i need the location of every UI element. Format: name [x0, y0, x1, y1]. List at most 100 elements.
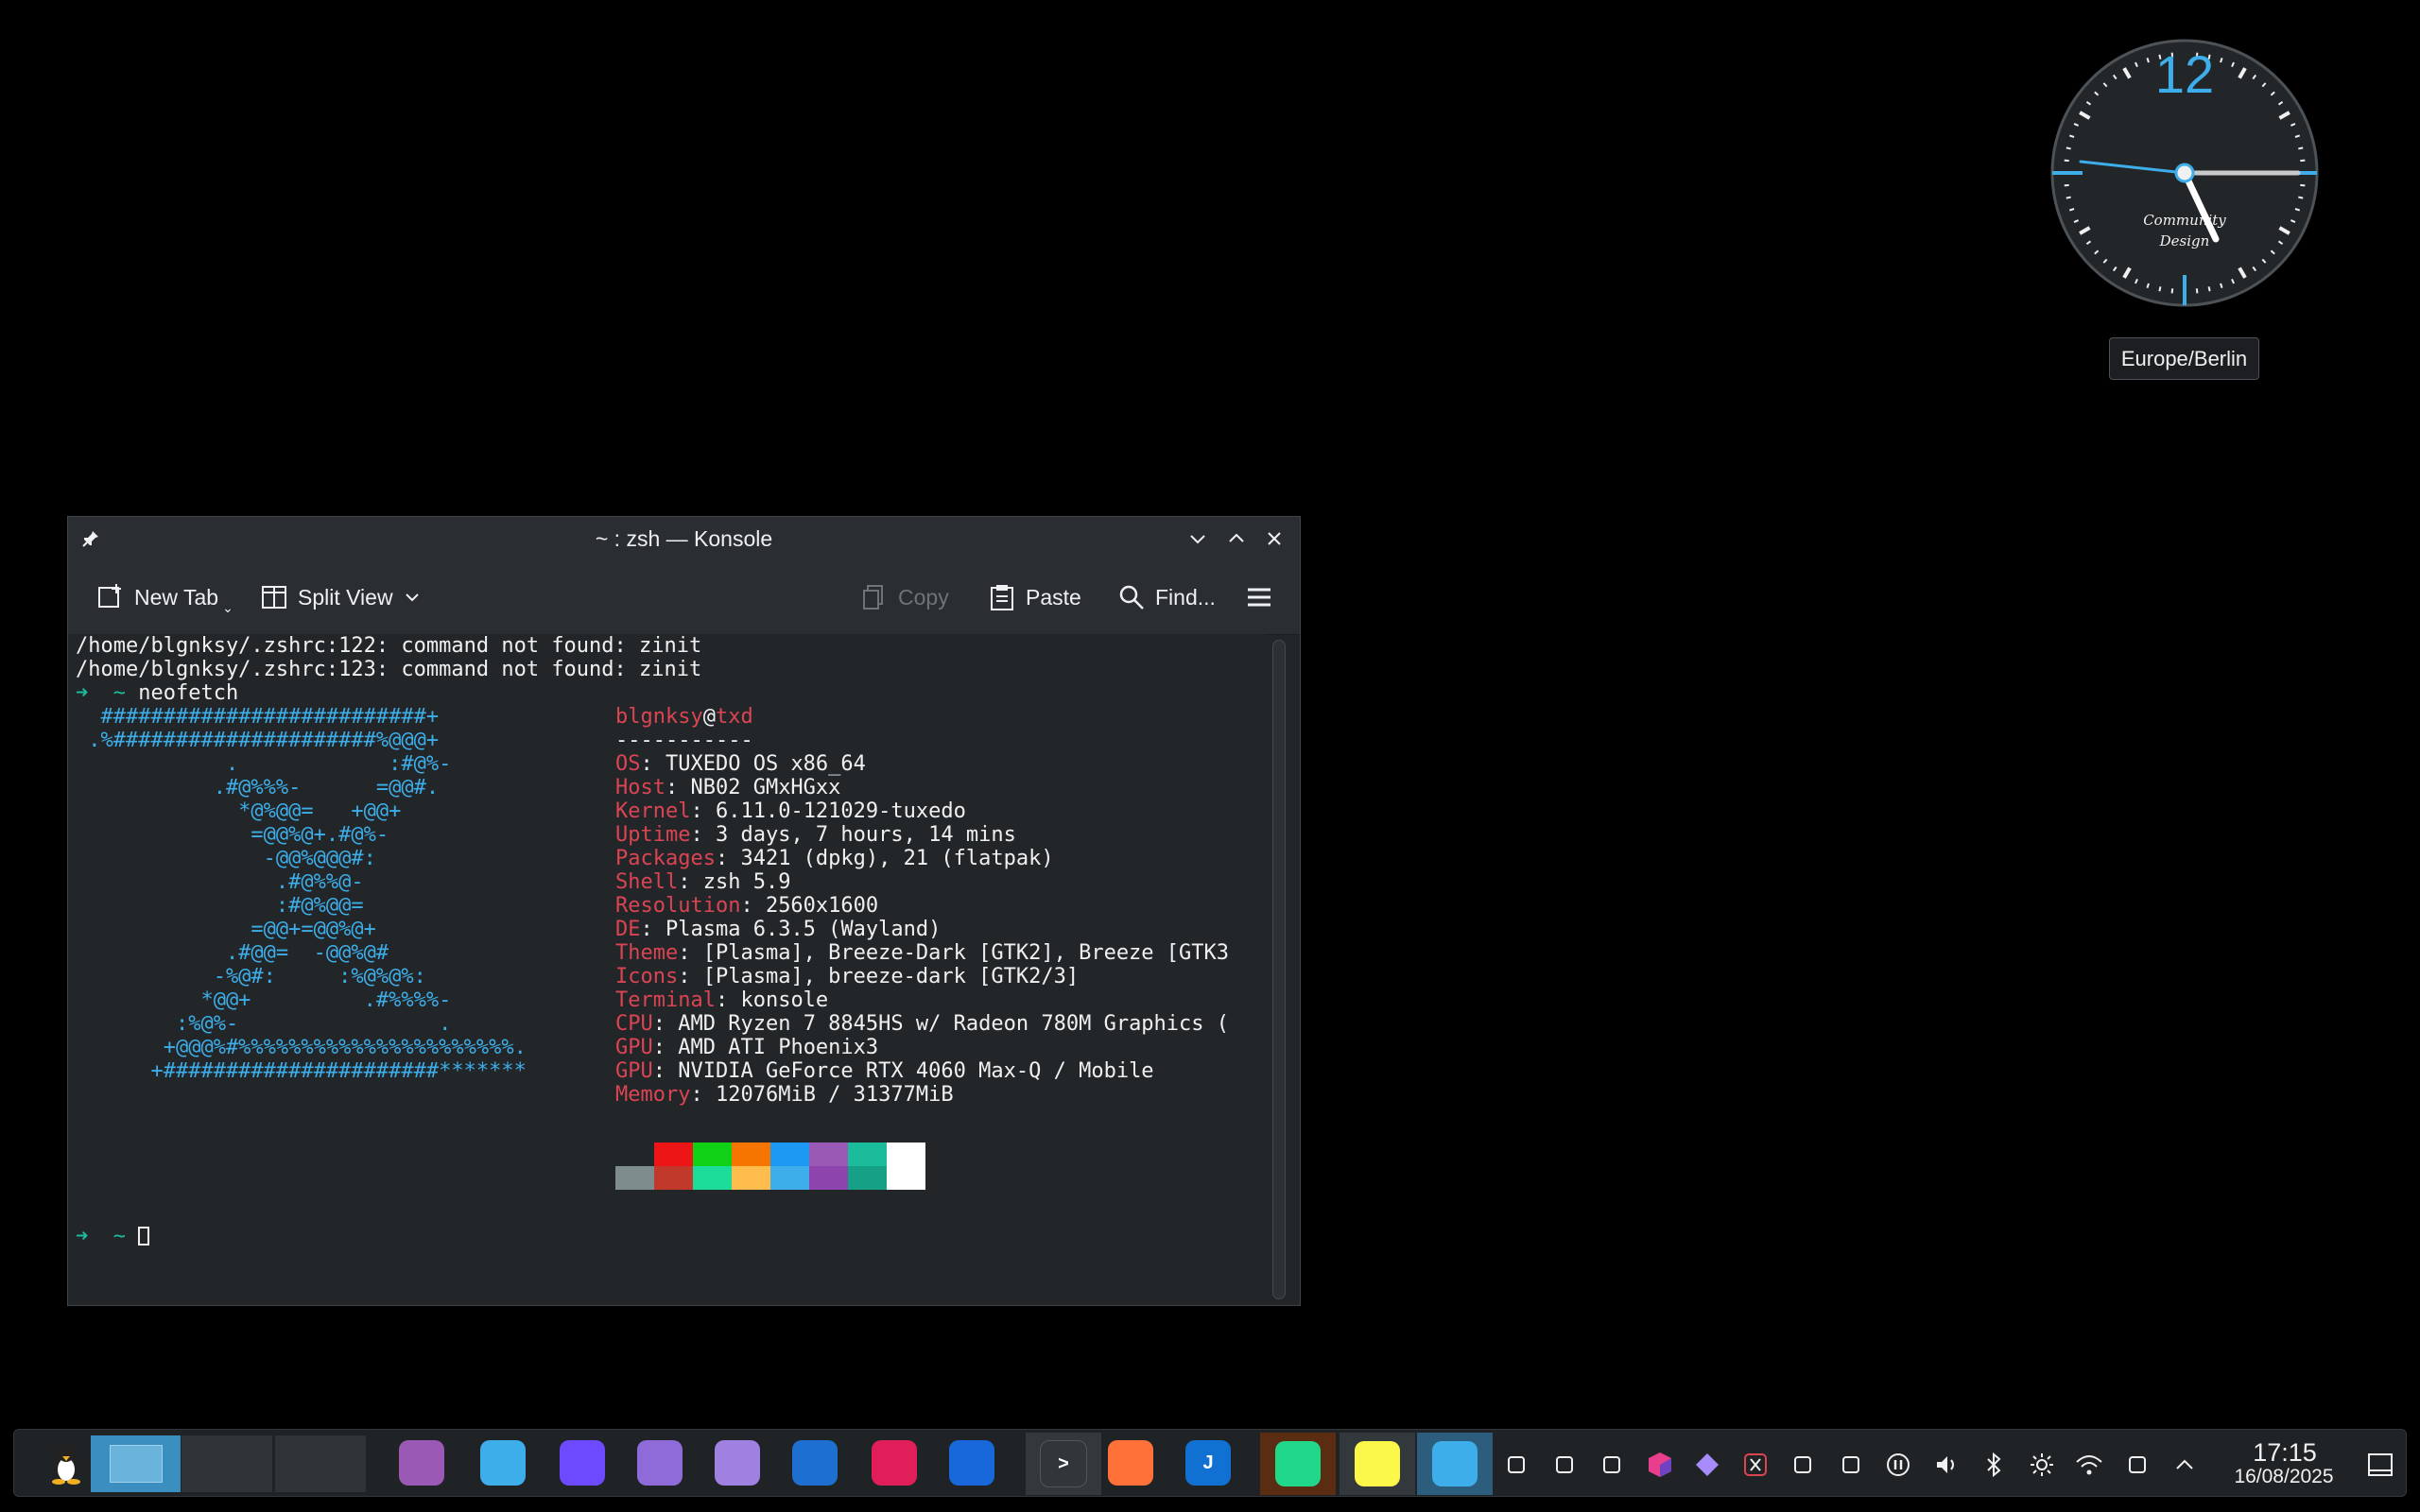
vpn-lock-icon[interactable] [1550, 1451, 1579, 1479]
ascii-art-line: =@@%@+.#@%- [76, 823, 389, 847]
app-cube-icon[interactable] [1646, 1451, 1674, 1479]
pager-desktop-1[interactable] [90, 1435, 182, 1493]
tray-expand-chevron-icon[interactable] [2170, 1451, 2199, 1479]
find-button[interactable]: Find... [1117, 581, 1216, 613]
neofetch-at: @ [702, 705, 716, 729]
joplin-icon[interactable]: J [1183, 1437, 1234, 1488]
find-label: Find... [1155, 584, 1216, 610]
close-button[interactable] [1261, 525, 1288, 552]
pager-desktop-3[interactable] [274, 1435, 367, 1493]
thunderbird-icon[interactable] [789, 1437, 840, 1488]
ascii-art-line: *@%@@= +@@+ [76, 799, 402, 823]
copy-button[interactable]: Copy [860, 581, 949, 613]
split-view-button[interactable]: Split View [260, 581, 422, 613]
ascii-art-line: :#@%@@= [76, 894, 364, 918]
proton-vpn-icon[interactable] [557, 1437, 608, 1488]
terminal-output[interactable]: /home/blgnksy/.zshrc:122: command not fo… [68, 634, 1265, 1305]
clion-icon-glyph [1275, 1441, 1321, 1486]
prompt-arrow: ➜ [76, 1225, 89, 1248]
clock-tick [2300, 159, 2306, 163]
neofetch-info-row: Uptime: 3 days, 7 hours, 14 mins [615, 823, 1016, 847]
neofetch-info-label: Memory [615, 1083, 691, 1107]
pager-window-thumbnail [110, 1445, 163, 1483]
neofetch-info-value: : AMD Ryzen 7 8845HS w/ Radeon 780M Grap… [652, 1012, 1230, 1036]
copy-label: Copy [898, 584, 949, 610]
new-tab-menu-indicator: ⌄ [222, 599, 233, 615]
clipboard-icon[interactable] [1837, 1451, 1865, 1479]
obsidian-icon[interactable] [1693, 1451, 1721, 1479]
firefox-icon[interactable] [1105, 1437, 1156, 1488]
brightness-icon[interactable] [2028, 1451, 2056, 1479]
clock-tick [2207, 286, 2211, 292]
ascii-art-line: .#@@= -@@%@# [76, 941, 389, 965]
display-config-icon[interactable] [2123, 1451, 2152, 1479]
ascii-art-line: +@@@%#%%%%%%%%%%%%%%%%%%%%%%. [76, 1036, 527, 1059]
launcher-icon-glyph [715, 1440, 760, 1486]
pin-icon[interactable] [78, 525, 104, 552]
spectacle-icon[interactable] [1417, 1433, 1493, 1495]
bluetooth-icon[interactable] [1979, 1451, 2008, 1479]
notifications-icon[interactable] [1502, 1451, 1530, 1479]
show-desktop-button[interactable] [2366, 1451, 2394, 1479]
pager-desktop-2[interactable] [181, 1435, 273, 1493]
pycharm-icon[interactable] [1340, 1433, 1415, 1495]
terminal-scrollbar[interactable] [1272, 640, 1286, 1299]
media-pause-icon[interactable] [1884, 1451, 1912, 1479]
jira-icon[interactable] [946, 1437, 997, 1488]
clock-time[interactable]: 17:15 [2232, 1439, 2338, 1466]
paste-button[interactable]: Paste [988, 581, 1081, 613]
ascii-art-line: =@@+=@@%@+ [76, 918, 376, 941]
ascii-art-line: .%#####################%@@@+ [76, 729, 440, 752]
folder-icon[interactable] [396, 1437, 447, 1488]
neofetch-info-value: : 6.11.0-121029-tuxedo [690, 799, 966, 823]
dolphin-icon-glyph [480, 1440, 526, 1486]
neofetch-info-value: : 3 days, 7 hours, 14 mins [690, 823, 1016, 847]
clock-date[interactable]: 16/08/2025 [2222, 1466, 2345, 1488]
search-icon [1119, 585, 1144, 610]
konsole-window[interactable]: ~ : zsh — Konsole New Tab ⌄ Split View C… [67, 516, 1301, 1306]
dropbox-icon[interactable] [1598, 1451, 1626, 1479]
chevron-down-icon [1190, 535, 1205, 544]
xwayland-icon[interactable] [1741, 1451, 1770, 1479]
window-titlebar[interactable]: ~ : zsh — Konsole [68, 517, 1300, 561]
launcher-icon[interactable] [712, 1437, 763, 1488]
neofetch-user: blgnksy [615, 705, 703, 729]
hamburger-menu-button[interactable] [1245, 581, 1273, 613]
wifi-icon[interactable] [2075, 1451, 2103, 1479]
new-tab-button[interactable]: New Tab ⌄ [96, 581, 233, 615]
maximize-button[interactable] [1223, 525, 1250, 552]
palette-swatch [693, 1166, 732, 1190]
neofetch-info-row: Icons: [Plasma], breeze-dark [GTK2/3] [615, 965, 1079, 988]
palette-swatch [848, 1166, 887, 1190]
thunderbird-icon-glyph [792, 1440, 838, 1486]
joplin-icon-glyph: J [1185, 1440, 1231, 1486]
neofetch-info-row: GPU: NVIDIA GeForce RTX 4060 Max-Q / Mob… [615, 1059, 1154, 1083]
close-icon [1268, 532, 1281, 545]
palette-swatch [732, 1143, 770, 1166]
minimize-button[interactable] [1184, 525, 1211, 552]
neofetch-info-row: CPU: AMD Ryzen 7 8845HS w/ Radeon 780M G… [615, 1012, 1229, 1036]
copy-icon [863, 585, 883, 610]
neofetch-info-row: Theme: [Plasma], Breeze-Dark [GTK2], Bre… [615, 941, 1229, 965]
clion-icon[interactable] [1260, 1433, 1336, 1495]
dolphin-icon[interactable] [477, 1437, 528, 1488]
konsole-toolbar: New Tab ⌄ Split View Copy Paste Find... [68, 560, 1300, 635]
neofetch-info-row: GPU: AMD ATI Phoenix3 [615, 1036, 878, 1059]
neofetch-host: txd [715, 705, 753, 729]
mail-icon-glyph [637, 1440, 683, 1486]
palette-swatch [809, 1143, 848, 1166]
tux-icon[interactable] [41, 1437, 92, 1488]
palette-swatch [887, 1166, 925, 1190]
slack-tray-icon[interactable] [1789, 1451, 1817, 1479]
palette-swatch [732, 1166, 770, 1190]
palette-swatch [693, 1143, 732, 1166]
split-view-icon [262, 586, 286, 609]
konsole-icon[interactable]: > [1026, 1433, 1101, 1495]
mail-icon[interactable] [634, 1437, 685, 1488]
pycharm-icon-glyph [1355, 1441, 1400, 1486]
volume-icon[interactable] [1932, 1451, 1961, 1479]
slack-icon[interactable] [869, 1437, 920, 1488]
palette-swatch [654, 1143, 693, 1166]
analog-clock-widget[interactable]: 12 Community Design [2048, 36, 2322, 310]
neofetch-info-value: : [Plasma], breeze-dark [GTK2/3] [678, 965, 1080, 988]
